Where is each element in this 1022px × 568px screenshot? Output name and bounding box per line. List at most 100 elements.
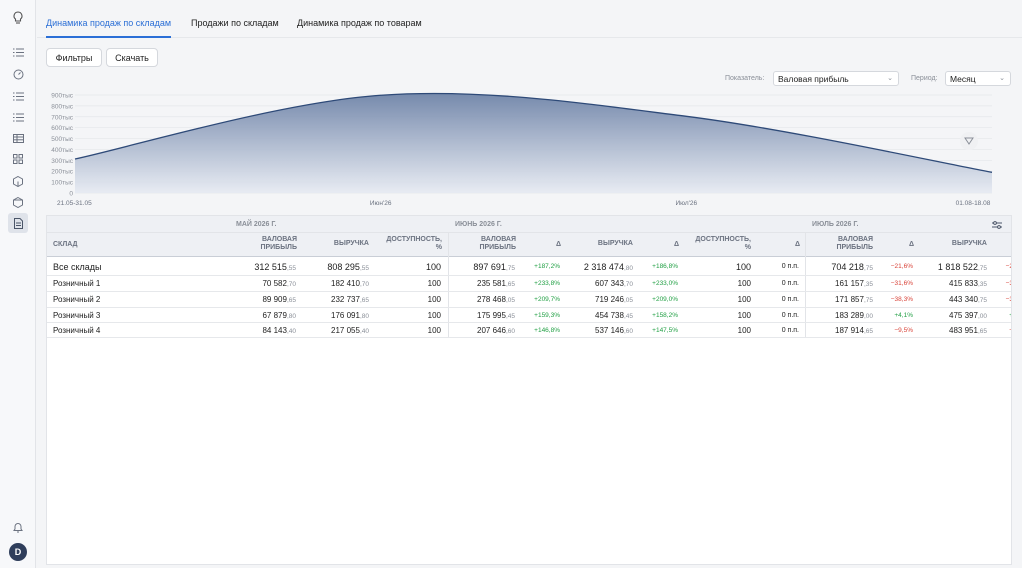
jul-gross-value: 171 857,75	[835, 295, 873, 304]
period-value: Месяц	[950, 73, 976, 84]
period-select[interactable]: Месяц ⌄	[945, 71, 1011, 86]
jul-revenue-value: 483 951,65	[949, 326, 987, 335]
table-row[interactable]: Розничный 1 70 582,70 182 410,70 100 235 581…	[47, 276, 1011, 292]
may-availability-value: 100	[427, 295, 441, 304]
col-jun-revenue[interactable]: ВЫРУЧКА	[581, 240, 633, 248]
col-jul-gross[interactable]: ВАЛОВАЯ ПРИБЫЛЬ	[819, 236, 873, 252]
group-june: ИЮНЬ 2026 Г.	[455, 221, 502, 228]
chart-download-icon[interactable]	[960, 132, 978, 150]
y-tick-label: 900тыс	[51, 93, 73, 100]
apps-grid-icon[interactable]	[10, 151, 26, 167]
jun-gross-delta: +233,8%	[534, 280, 560, 287]
x-tick-label: Июл'26	[675, 200, 697, 207]
col-jul-gross-delta[interactable]: Δ	[900, 241, 914, 249]
dashboard-icon[interactable]	[10, 66, 26, 82]
tab-product-dynamics[interactable]: Динамика продаж по товарам	[297, 18, 422, 28]
table-grid-icon[interactable]	[10, 130, 26, 146]
col-jun-availability[interactable]: ДОСТУПНОСТЬ,%	[689, 236, 751, 252]
jun-revenue-delta: +186,8%	[652, 263, 678, 270]
col-jun-revenue-delta[interactable]: Δ	[665, 241, 679, 249]
catalog-list-icon[interactable]	[10, 109, 26, 125]
table-row[interactable]: Розничный 3 67 879,80 176 091,80 100 175 995…	[47, 308, 1011, 323]
y-tick-label: 700тыс	[51, 114, 73, 121]
col-jul-revenue[interactable]: ВЫРУЧКА	[935, 240, 987, 248]
jun-gross-delta: +159,3%	[534, 312, 560, 319]
app-root: D Динамика продаж по складам Продажи по …	[0, 0, 1022, 568]
jun-revenue-value: 454 738,45	[595, 311, 633, 320]
jun-gross-value: 235 581,65	[477, 279, 515, 288]
may-gross-value: 89 909,65	[262, 295, 296, 304]
jun-gross-value: 897 691,75	[473, 262, 515, 272]
y-tick-label: 300тыс	[51, 158, 73, 165]
y-tick-label: 800тыс	[51, 103, 73, 110]
orders-list-icon[interactable]	[10, 88, 26, 104]
jun-revenue-value: 537 146,60	[595, 326, 633, 335]
jun-availability-delta: 0 п.п.	[781, 327, 799, 334]
col-warehouse[interactable]: СКЛАД	[53, 241, 78, 249]
may-revenue-value: 808 295,55	[327, 262, 369, 272]
notifications-bell-icon[interactable]	[10, 519, 26, 535]
y-tick-label: 500тыс	[51, 136, 73, 143]
table-row[interactable]: Все склады 312 515,55 808 295,55 100 897 691…	[47, 258, 1011, 276]
y-tick-label: 400тыс	[51, 147, 73, 154]
indicator-value: Валовая прибыль	[778, 73, 849, 84]
jul-revenue-value: 1 818 522,75	[937, 262, 987, 272]
jul-revenue-delta: −	[1009, 327, 1011, 334]
may-availability-value: 100	[427, 279, 441, 288]
jun-gross-value: 175 995,45	[477, 311, 515, 320]
jun-availability-value: 100	[737, 311, 751, 320]
may-revenue-value: 176 091,80	[331, 311, 369, 320]
jun-availability-value: 100	[737, 279, 751, 288]
sales-table: МАЙ 2026 Г. ИЮНЬ 2026 Г. ИЮЛЬ 2026 Г. СК…	[46, 215, 1012, 565]
jun-gross-value: 207 646,60	[477, 326, 515, 335]
active-tab-indicator	[46, 36, 171, 38]
jun-revenue-delta: +147,5%	[652, 327, 678, 334]
download-button[interactable]: Скачать	[106, 48, 158, 67]
group-may: МАЙ 2026 Г.	[236, 221, 277, 228]
jul-revenue-value: 415 833,35	[949, 279, 987, 288]
reports-icon[interactable]	[8, 213, 28, 233]
indicator-label: Показатель:	[725, 75, 765, 82]
jun-gross-delta: +146,8%	[534, 327, 560, 334]
jul-gross-delta: −31,6%	[890, 280, 913, 287]
tab-warehouse-sales[interactable]: Продажи по складам	[191, 18, 279, 28]
col-may-availability[interactable]: ДОСТУПНОСТЬ,%	[380, 236, 442, 252]
list-icon[interactable]	[10, 44, 26, 60]
col-jun-gross-delta[interactable]: Δ	[547, 241, 561, 249]
jun-revenue-delta: +209,0%	[652, 296, 678, 303]
may-gross-value: 84 143,40	[262, 326, 296, 335]
may-availability-value: 100	[427, 311, 441, 320]
jul-revenue-delta: −3	[1005, 296, 1011, 303]
tab-warehouse-dynamics[interactable]: Динамика продаж по складам	[46, 18, 171, 28]
box-icon[interactable]	[10, 173, 26, 189]
jul-revenue-delta: +	[1009, 312, 1011, 319]
indicator-select[interactable]: Валовая прибыль ⌄	[773, 71, 899, 86]
y-tick-label: 100тыс	[51, 180, 73, 187]
jun-availability-delta: 0 п.п.	[781, 263, 799, 270]
col-jun-gross[interactable]: ВАЛОВАЯ ПРИБЫЛЬ	[462, 236, 516, 252]
col-may-gross[interactable]: ВАЛОВАЯ ПРИБЫЛЬ	[243, 236, 297, 252]
x-tick-label: Июн'26	[370, 200, 392, 207]
may-gross-value: 312 515,55	[254, 262, 296, 272]
y-tick-label: 600тыс	[51, 125, 73, 132]
jun-gross-delta: +187,2%	[534, 263, 560, 270]
jul-gross-delta: −38,3%	[890, 296, 913, 303]
warehouse-name: Все склады	[53, 262, 102, 272]
jun-availability-delta: 0 п.п.	[781, 280, 799, 287]
may-revenue-value: 182 410,70	[331, 279, 369, 288]
may-availability-value: 100	[425, 262, 441, 272]
y-tick-label: 200тыс	[51, 169, 73, 176]
table-row[interactable]: Розничный 4 84 143,40 217 055,40 100 207 646…	[47, 323, 1011, 338]
column-settings-icon[interactable]	[992, 220, 1002, 230]
jul-revenue-delta: −2	[1005, 263, 1011, 270]
main-content: Динамика продаж по складам Продажи по ск…	[37, 0, 1022, 568]
col-may-revenue[interactable]: ВЫРУЧКА	[317, 240, 369, 248]
avatar[interactable]: D	[9, 543, 27, 561]
bulb-logo-icon[interactable]	[10, 10, 26, 26]
chevron-down-icon: ⌄	[887, 75, 893, 82]
warehouse-icon[interactable]	[10, 194, 26, 210]
filters-button[interactable]: Фильтры	[46, 48, 102, 67]
col-jun-availability-delta[interactable]: Δ	[786, 241, 800, 249]
table-row[interactable]: Розничный 2 89 909,65 232 737,65 100 278 468…	[47, 292, 1011, 308]
x-tick-label: 21.05-31.05	[57, 200, 92, 207]
